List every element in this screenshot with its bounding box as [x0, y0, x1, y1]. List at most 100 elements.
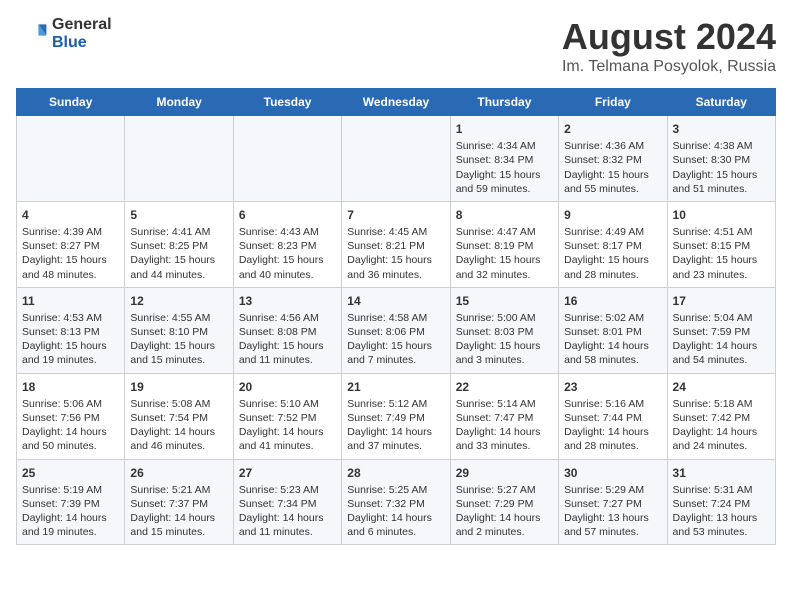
day-info-line: and 28 minutes. [564, 268, 661, 282]
day-info-line: Sunset: 8:21 PM [347, 239, 444, 253]
logo-general-text: General [52, 16, 112, 34]
day-number: 8 [456, 207, 553, 223]
day-info-line: Daylight: 14 hours [130, 425, 227, 439]
day-info-line: Sunrise: 4:49 AM [564, 225, 661, 239]
calendar-cell: 11Sunrise: 4:53 AMSunset: 8:13 PMDayligh… [17, 287, 125, 373]
day-number: 5 [130, 207, 227, 223]
page-header: General Blue August 2024 Im. Telmana Pos… [16, 16, 776, 76]
day-info-line: Sunset: 7:27 PM [564, 497, 661, 511]
calendar-cell: 12Sunrise: 4:55 AMSunset: 8:10 PMDayligh… [125, 287, 233, 373]
day-number: 23 [564, 379, 661, 395]
day-info-line: and 23 minutes. [673, 268, 770, 282]
calendar-cell: 4Sunrise: 4:39 AMSunset: 8:27 PMDaylight… [17, 201, 125, 287]
day-info-line: and 58 minutes. [564, 353, 661, 367]
day-info-line: and 46 minutes. [130, 439, 227, 453]
day-info-line: Sunrise: 5:06 AM [22, 397, 119, 411]
calendar-cell: 7Sunrise: 4:45 AMSunset: 8:21 PMDaylight… [342, 201, 450, 287]
day-info-line: and 15 minutes. [130, 525, 227, 539]
day-info-line: and 6 minutes. [347, 525, 444, 539]
logo-icon [16, 18, 48, 50]
day-info-line: Sunrise: 5:10 AM [239, 397, 336, 411]
day-info-line: and 32 minutes. [456, 268, 553, 282]
calendar-cell [17, 116, 125, 202]
day-info-line: Sunrise: 5:29 AM [564, 483, 661, 497]
day-info-line: Daylight: 13 hours [673, 511, 770, 525]
calendar-cell: 25Sunrise: 5:19 AMSunset: 7:39 PMDayligh… [17, 459, 125, 545]
day-info-line: Daylight: 14 hours [456, 511, 553, 525]
calendar-cell: 23Sunrise: 5:16 AMSunset: 7:44 PMDayligh… [559, 373, 667, 459]
day-info-line: Sunrise: 4:36 AM [564, 139, 661, 153]
day-number: 4 [22, 207, 119, 223]
day-number: 17 [673, 293, 770, 309]
day-info-line: and 19 minutes. [22, 353, 119, 367]
day-info-line: and 53 minutes. [673, 525, 770, 539]
day-info-line: Sunset: 8:34 PM [456, 153, 553, 167]
day-info-line: and 57 minutes. [564, 525, 661, 539]
column-header-tuesday: Tuesday [233, 89, 341, 116]
calendar-cell: 26Sunrise: 5:21 AMSunset: 7:37 PMDayligh… [125, 459, 233, 545]
day-info-line: Daylight: 14 hours [564, 339, 661, 353]
day-info-line: Sunset: 8:06 PM [347, 325, 444, 339]
day-info-line: and 24 minutes. [673, 439, 770, 453]
day-number: 19 [130, 379, 227, 395]
day-info-line: Sunset: 8:13 PM [22, 325, 119, 339]
calendar-cell [233, 116, 341, 202]
day-info-line: Sunset: 8:23 PM [239, 239, 336, 253]
day-info-line: and 59 minutes. [456, 182, 553, 196]
day-info-line: Sunset: 7:49 PM [347, 411, 444, 425]
logo-blue-text: Blue [52, 34, 112, 52]
day-info-line: Daylight: 15 hours [22, 339, 119, 353]
calendar-cell: 22Sunrise: 5:14 AMSunset: 7:47 PMDayligh… [450, 373, 558, 459]
calendar-cell: 24Sunrise: 5:18 AMSunset: 7:42 PMDayligh… [667, 373, 775, 459]
day-info-line: and 41 minutes. [239, 439, 336, 453]
main-title: August 2024 [562, 16, 776, 58]
day-info-line: and 51 minutes. [673, 182, 770, 196]
day-number: 6 [239, 207, 336, 223]
calendar-cell: 16Sunrise: 5:02 AMSunset: 8:01 PMDayligh… [559, 287, 667, 373]
day-info-line: Daylight: 14 hours [347, 511, 444, 525]
day-info-line: Daylight: 15 hours [347, 339, 444, 353]
day-info-line: and 7 minutes. [347, 353, 444, 367]
calendar-cell: 9Sunrise: 4:49 AMSunset: 8:17 PMDaylight… [559, 201, 667, 287]
calendar-cell: 6Sunrise: 4:43 AMSunset: 8:23 PMDaylight… [233, 201, 341, 287]
day-info-line: Daylight: 13 hours [564, 511, 661, 525]
day-info-line: Sunrise: 4:53 AM [22, 311, 119, 325]
day-info-line: Sunset: 7:39 PM [22, 497, 119, 511]
day-number: 14 [347, 293, 444, 309]
day-info-line: and 44 minutes. [130, 268, 227, 282]
day-info-line: Sunrise: 5:25 AM [347, 483, 444, 497]
day-info-line: Daylight: 14 hours [564, 425, 661, 439]
day-info-line: Sunrise: 5:19 AM [22, 483, 119, 497]
column-header-sunday: Sunday [17, 89, 125, 116]
day-info-line: Daylight: 14 hours [347, 425, 444, 439]
day-info-line: Daylight: 15 hours [456, 168, 553, 182]
day-info-line: Daylight: 15 hours [130, 253, 227, 267]
day-info-line: and 33 minutes. [456, 439, 553, 453]
day-info-line: and 28 minutes. [564, 439, 661, 453]
day-info-line: Sunrise: 4:43 AM [239, 225, 336, 239]
day-info-line: Daylight: 14 hours [239, 425, 336, 439]
day-info-line: Sunrise: 5:18 AM [673, 397, 770, 411]
day-number: 28 [347, 465, 444, 481]
column-header-saturday: Saturday [667, 89, 775, 116]
day-number: 24 [673, 379, 770, 395]
day-info-line: and 36 minutes. [347, 268, 444, 282]
calendar-cell: 30Sunrise: 5:29 AMSunset: 7:27 PMDayligh… [559, 459, 667, 545]
day-info-line: Daylight: 15 hours [347, 253, 444, 267]
day-info-line: Daylight: 14 hours [130, 511, 227, 525]
calendar-cell: 8Sunrise: 4:47 AMSunset: 8:19 PMDaylight… [450, 201, 558, 287]
day-number: 1 [456, 121, 553, 137]
day-info-line: Sunrise: 4:58 AM [347, 311, 444, 325]
day-info-line: Sunset: 7:32 PM [347, 497, 444, 511]
day-info-line: Sunrise: 5:21 AM [130, 483, 227, 497]
day-number: 25 [22, 465, 119, 481]
day-info-line: Sunset: 7:37 PM [130, 497, 227, 511]
day-info-line: Daylight: 14 hours [673, 425, 770, 439]
day-info-line: Sunset: 8:10 PM [130, 325, 227, 339]
day-number: 21 [347, 379, 444, 395]
day-info-line: Sunset: 7:59 PM [673, 325, 770, 339]
column-header-thursday: Thursday [450, 89, 558, 116]
calendar-cell [342, 116, 450, 202]
day-info-line: Daylight: 15 hours [564, 253, 661, 267]
calendar-cell: 15Sunrise: 5:00 AMSunset: 8:03 PMDayligh… [450, 287, 558, 373]
